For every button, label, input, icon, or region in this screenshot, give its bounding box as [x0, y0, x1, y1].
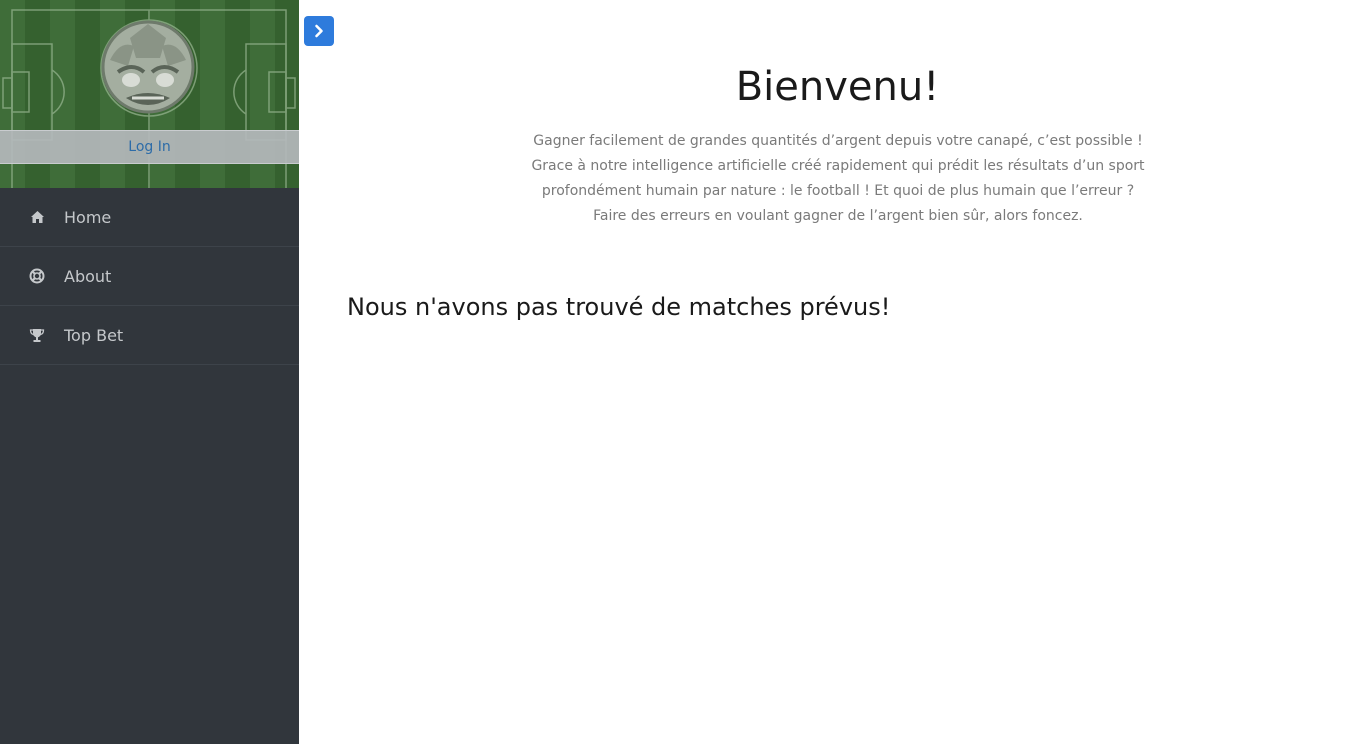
sidebar-item-label: Home — [64, 207, 112, 227]
intro-text: Gagner facilement de grandes quantités d… — [531, 133, 1145, 224]
lifebuoy-icon — [29, 268, 45, 284]
chevron-right-icon — [313, 24, 325, 38]
sidebar-item-home[interactable]: Home — [0, 188, 299, 247]
home-icon — [29, 209, 45, 225]
no-matches-message: Nous n'avons pas trouvé de matches prévu… — [347, 293, 891, 321]
sidebar-item-about[interactable]: About — [0, 247, 299, 306]
trophy-icon — [29, 327, 45, 343]
login-bar: Log In — [0, 130, 299, 164]
sidebar-toggle-button[interactable] — [304, 16, 334, 46]
sidebar-item-label: About — [64, 266, 112, 286]
page-title: Bienvenu! — [735, 64, 940, 110]
sidebar-header: Log In — [0, 0, 299, 188]
sidebar-item-top-bet[interactable]: Top Bet — [0, 306, 299, 365]
sidebar-nav: Home About Top Bet — [0, 188, 299, 365]
login-link[interactable]: Log In — [128, 139, 170, 155]
mascot-ball-icon — [101, 20, 195, 114]
sidebar-item-label: Top Bet — [64, 325, 124, 345]
sidebar: Log In Home About Top Bet — [0, 0, 299, 744]
